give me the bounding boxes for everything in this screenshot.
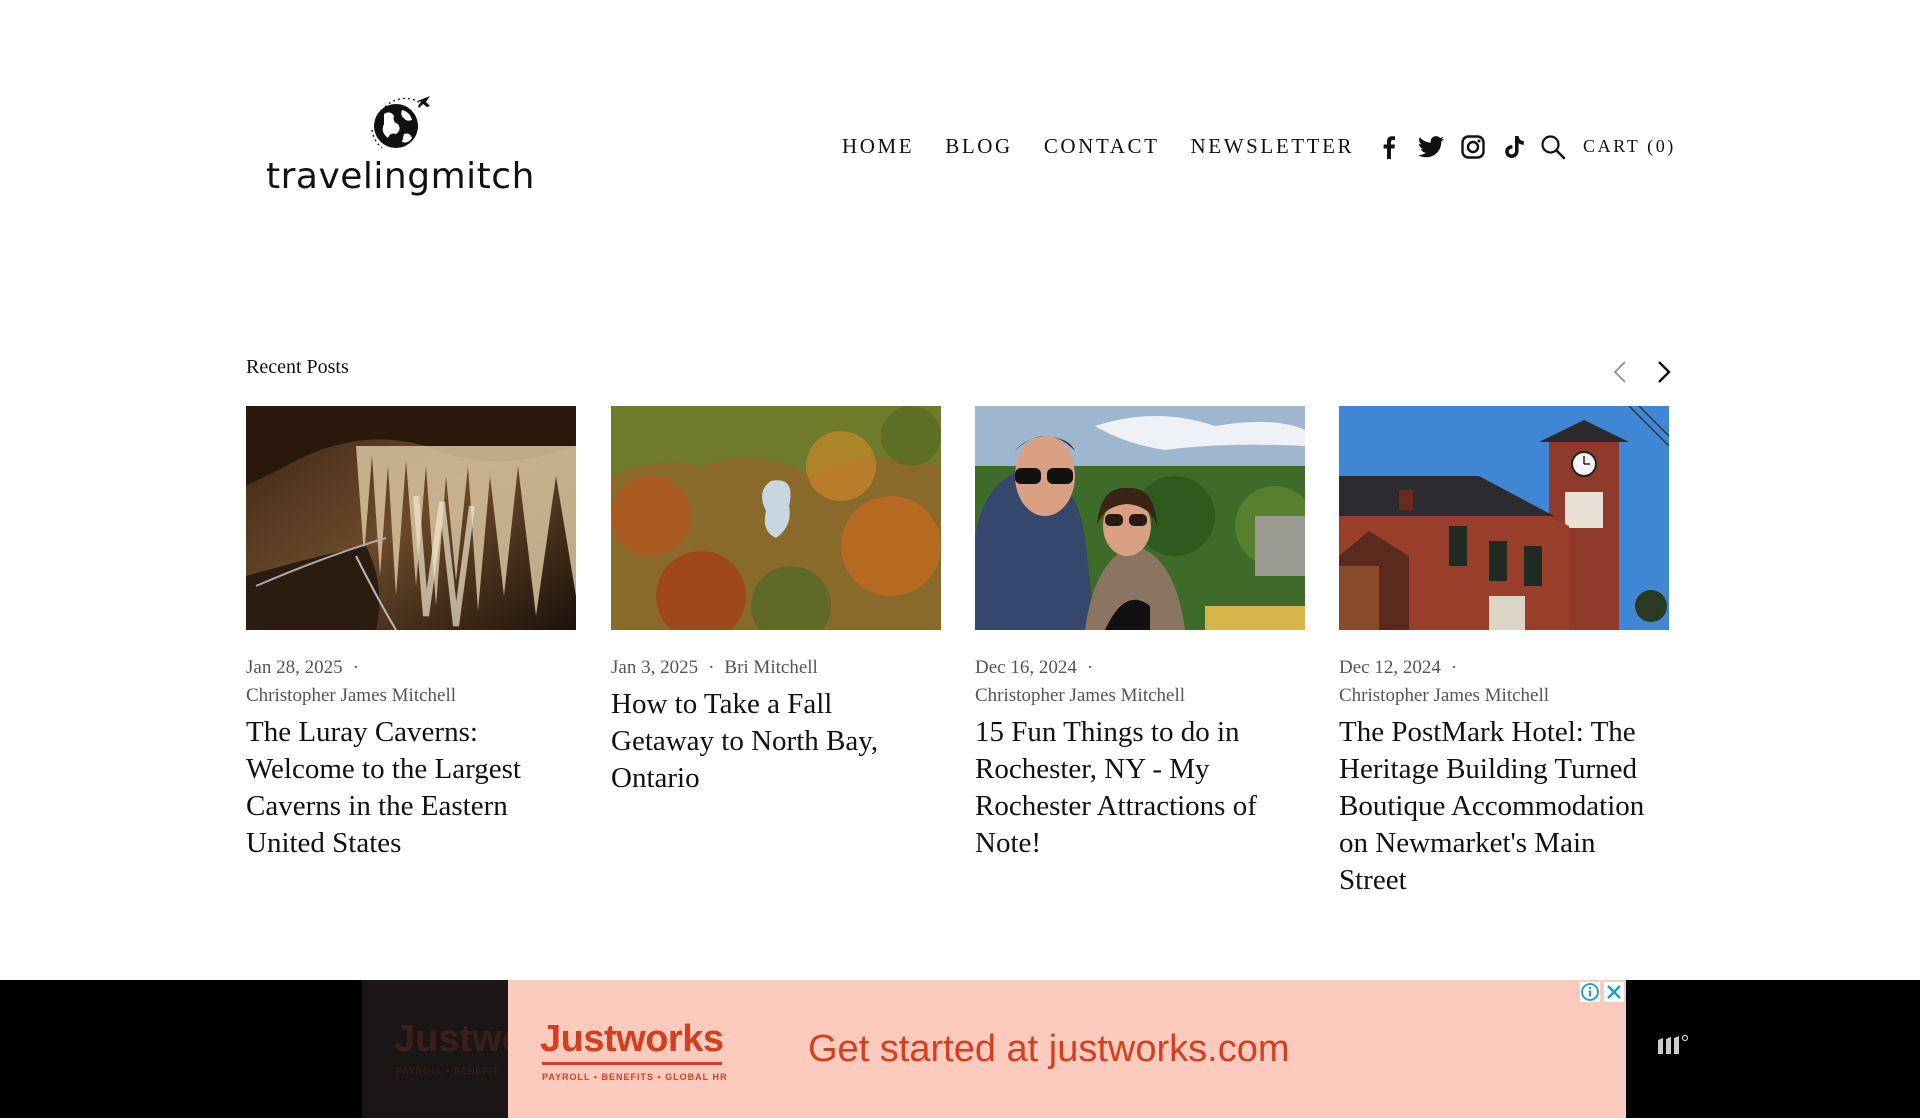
post-title[interactable]: The PostMark Hotel: The Heritage Buildin… (1339, 714, 1669, 899)
post-thumbnail[interactable] (246, 406, 576, 630)
recent-posts-carousel: Jan 28, 2025 · Christopher James Mitchell… (246, 406, 1676, 906)
nav-newsletter[interactable]: NEWSLETTER (1191, 134, 1355, 159)
post-author[interactable]: Christopher James Mitchell (246, 685, 456, 706)
meta-separator: · (1086, 657, 1094, 678)
twitter-icon[interactable] (1418, 134, 1444, 160)
ad-bar: Justwo PAYROLL • BENEFIT Justworks PAYRO… (0, 980, 1920, 1118)
post-card[interactable]: Dec 16, 2024 · Christopher James Mitchell… (975, 406, 1305, 862)
ad-info-icon[interactable] (1580, 982, 1600, 1002)
post-date: Dec 16, 2024 (975, 657, 1077, 678)
ad-close-icon[interactable] (1604, 982, 1624, 1002)
post-author[interactable]: Bri Mitchell (724, 657, 817, 678)
meta-separator: · (708, 657, 715, 678)
chevron-right-icon[interactable] (1651, 358, 1675, 386)
nav-contact[interactable]: CONTACT (1044, 134, 1160, 159)
site-logo[interactable]: travelingmitch (262, 90, 534, 202)
post-author[interactable]: Christopher James Mitchell (1339, 685, 1549, 706)
facebook-icon[interactable] (1376, 134, 1402, 160)
post-title[interactable]: The Luray Caverns: Welcome to the Larges… (246, 714, 576, 862)
social-links (1376, 134, 1528, 160)
ad-brand-tagline: PAYROLL • BENEFITS • GLOBAL HR (542, 1072, 728, 1082)
instagram-icon[interactable] (1460, 134, 1486, 160)
logo-text: travelingmitch (266, 156, 535, 197)
post-date: Jan 28, 2025 (246, 657, 343, 678)
meta-separator: · (352, 657, 359, 678)
ad-network-logo-icon[interactable] (1656, 1034, 1690, 1056)
post-meta: Dec 12, 2024 · Christopher James Mitchell (1339, 654, 1669, 710)
cart-link[interactable]: CART (0) (1583, 136, 1676, 157)
post-meta: Jan 3, 2025 · Bri Mitchell (611, 654, 941, 682)
recent-posts-heading: Recent Posts (246, 356, 349, 378)
ad-ghost-brand: Justwo (394, 1018, 508, 1060)
post-thumbnail[interactable] (1339, 406, 1669, 630)
ad-banner[interactable]: Justworks PAYROLL • BENEFITS • GLOBAL HR… (508, 980, 1626, 1118)
post-title[interactable]: How to Take a Fall Getaway to North Bay,… (611, 686, 941, 797)
post-date: Dec 12, 2024 (1339, 657, 1441, 678)
ad-brand-underline (542, 1062, 722, 1065)
ad-brand-logo: Justworks (540, 1018, 724, 1060)
globe-plane-icon (371, 96, 430, 149)
ad-call-to-action[interactable]: Get started at justworks.com (808, 1028, 1290, 1071)
chevron-left-icon[interactable] (1609, 358, 1633, 386)
post-card[interactable]: Jan 28, 2025 · Christopher James Mitchell… (246, 406, 576, 862)
post-thumbnail[interactable] (975, 406, 1305, 630)
post-card[interactable]: Dec 12, 2024 · Christopher James Mitchell… (1339, 406, 1669, 899)
meta-separator: · (1450, 657, 1458, 678)
ad-preview-panel: Justwo PAYROLL • BENEFIT (362, 980, 508, 1118)
post-meta: Dec 16, 2024 · Christopher James Mitchell (975, 654, 1305, 710)
post-card[interactable]: Jan 3, 2025 · Bri Mitchell How to Take a F… (611, 406, 941, 797)
nav-blog[interactable]: BLOG (945, 134, 1013, 159)
site-header: travelingmitch HOME BLOG CONTACT NEWSLET… (0, 0, 1920, 230)
post-author[interactable]: Christopher James Mitchell (975, 685, 1185, 706)
post-thumbnail[interactable] (611, 406, 941, 630)
post-meta: Jan 28, 2025 · Christopher James Mitchell (246, 654, 576, 710)
tiktok-icon[interactable] (1502, 134, 1528, 160)
search-icon[interactable] (1540, 134, 1566, 160)
main-nav: HOME BLOG CONTACT NEWSLETTER (842, 134, 1354, 159)
ad-ghost-sub: PAYROLL • BENEFIT (396, 1066, 500, 1076)
post-title[interactable]: 15 Fun Things to do in Rochester, NY - M… (975, 714, 1305, 862)
post-date: Jan 3, 2025 (611, 657, 699, 678)
nav-home[interactable]: HOME (842, 134, 914, 159)
